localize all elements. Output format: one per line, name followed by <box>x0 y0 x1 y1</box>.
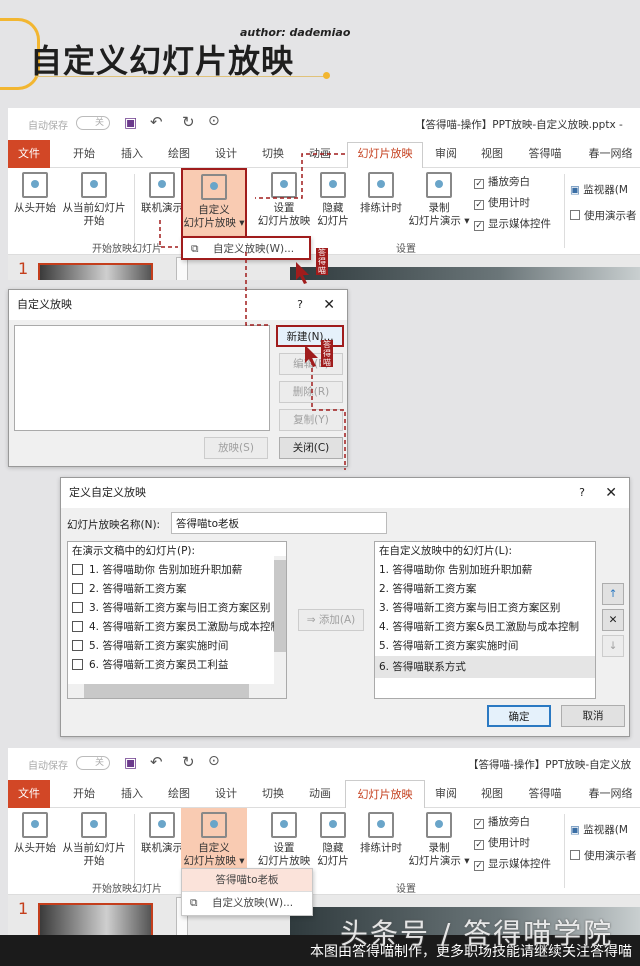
dashed-arrow-tab-to-button <box>255 153 345 199</box>
annotation-tag: 答得喵 <box>321 340 333 367</box>
cursor-icon <box>305 345 318 367</box>
annotation-overlay <box>159 153 346 470</box>
annotation-tag: 答得喵 <box>316 248 328 275</box>
dashed-arrow-to-menu <box>159 220 178 248</box>
dashed-arrow-to-new <box>245 252 270 326</box>
dashed-arrow-to-dialog <box>311 354 346 470</box>
watermark: 头条号 / 答得喵学院 <box>340 917 614 950</box>
cursor-icon <box>296 262 309 284</box>
